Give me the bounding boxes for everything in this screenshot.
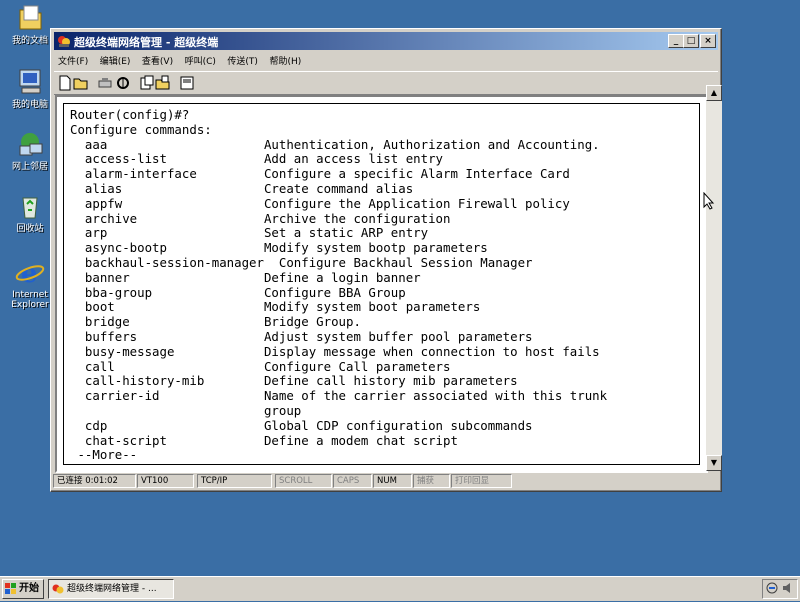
desktop-icon-recycle-bin[interactable]: 回收站	[4, 190, 56, 234]
toolbar	[54, 71, 718, 95]
hyperterminal-app-icon	[51, 582, 65, 596]
internet-explorer-icon: e	[14, 256, 46, 289]
terminal-line: async-bootp Modify system bootp paramete…	[70, 240, 488, 256]
menu-call[interactable]: 呼叫(C)	[181, 52, 220, 69]
terminal-line: busy-message Display message when connec…	[70, 343, 600, 359]
windows-logo-icon	[5, 583, 17, 595]
status-bar: 已连接 0:01:02 VT100 TCP/IP SCROLL CAPS NUM…	[53, 474, 719, 488]
terminal-line: carrier-id Name of the carrier associate…	[70, 388, 608, 404]
status-protocol: TCP/IP	[197, 474, 272, 488]
desktop-icon-label: 回收站	[16, 224, 44, 234]
start-label: 开始	[19, 583, 39, 594]
desktop-icon-label: 我的电脑	[11, 100, 48, 110]
terminal-line: arp Set a static ARP entry	[70, 225, 429, 241]
desktop-icon-label: Internet Explorer	[11, 290, 49, 310]
desktop-icon-label: 网上邻居	[11, 162, 48, 172]
status-scroll: SCROLL	[275, 474, 332, 488]
settings-icon[interactable]	[179, 75, 195, 91]
disconnect-icon[interactable]	[97, 75, 113, 91]
hyperterminal-window: 超级终端网络管理 - 超级终端 _ □ × 文件(F) 编辑(E) 查看(V) …	[50, 28, 722, 492]
window-title: 超级终端网络管理 - 超级终端	[74, 36, 219, 49]
terminal-frame: Router(config)#? Configure commands: aaa …	[55, 95, 708, 473]
status-num: NUM	[373, 474, 412, 488]
close-button[interactable]: ×	[700, 34, 716, 48]
terminal-line: boot Modify system boot parameters	[70, 299, 481, 315]
terminal-line: alarm-interface Configure a specific Ala…	[70, 166, 570, 182]
maximize-button[interactable]: □	[683, 34, 699, 48]
recycle-bin-icon	[14, 190, 46, 222]
terminal-output: Router(config)#? Configure commands: aaa …	[70, 107, 608, 463]
menu-help[interactable]: 帮助(H)	[265, 52, 305, 69]
properties-icon[interactable]	[115, 75, 131, 91]
terminal-line: call-history-mib Define call history mib…	[70, 373, 518, 389]
terminal-line: backhaul-session-manager Configure Backh…	[70, 254, 533, 270]
status-caps: CAPS	[333, 474, 372, 488]
status-emulation: VT100	[137, 474, 194, 488]
status-print-echo: 打印回显	[451, 474, 512, 488]
terminal-line: bridge Bridge Group.	[70, 314, 361, 330]
menu-bar: 文件(F) 编辑(E) 查看(V) 呼叫(C) 传送(T) 帮助(H)	[54, 52, 718, 70]
terminal-line: group	[70, 402, 302, 418]
desktop-icon-my-documents[interactable]: 我的文档	[4, 2, 56, 46]
terminal-line: cdp Global CDP configuration subcommands	[70, 417, 533, 433]
desktop-icon-internet-explorer[interactable]: e Internet Explorer	[4, 256, 56, 310]
menu-file[interactable]: 文件(F)	[54, 52, 92, 69]
status-connection-time: 已连接 0:01:02	[53, 474, 136, 488]
terminal-screen[interactable]: Router(config)#? Configure commands: aaa …	[63, 103, 700, 465]
network-places-icon	[14, 128, 46, 160]
terminal-line: --More--	[70, 447, 138, 463]
desktop-icon-network[interactable]: 网上邻居	[4, 128, 56, 172]
my-computer-icon	[14, 66, 46, 98]
new-icon[interactable]	[57, 75, 73, 91]
open-icon[interactable]	[73, 75, 89, 91]
system-tray	[762, 579, 798, 599]
hyperterminal-app-icon[interactable]	[56, 33, 72, 49]
terminal-line: Configure commands:	[70, 121, 212, 137]
terminal-line: access-list Add an access list entry	[70, 151, 443, 167]
scroll-down-icon[interactable]: ▼	[706, 455, 722, 471]
terminal-line: alias Create command alias	[70, 180, 414, 196]
menu-transfer[interactable]: 传送(T)	[223, 52, 262, 69]
taskbar-item-label: 超级终端网络管理 - ...	[67, 584, 157, 594]
volume-icon[interactable]	[781, 581, 795, 598]
menu-edit[interactable]: 编辑(E)	[96, 52, 135, 69]
terminal-line: aaa Authentication, Authorization and Ac…	[70, 136, 600, 152]
start-button[interactable]: 开始	[2, 579, 44, 599]
svg-text:e: e	[21, 259, 38, 288]
taskbar-item-hyperterminal[interactable]: 超级终端网络管理 - ...	[48, 579, 174, 599]
terminal-line: buffers Adjust system buffer pool parame…	[70, 328, 533, 344]
minimize-button[interactable]: _	[668, 34, 684, 48]
status-capture: 捕获	[413, 474, 450, 488]
receive-icon[interactable]	[155, 75, 171, 91]
desktop-icon-my-computer[interactable]: 我的电脑	[4, 66, 56, 110]
menu-view[interactable]: 查看(V)	[138, 52, 177, 69]
title-bar[interactable]: 超级终端网络管理 - 超级终端 _ □ ×	[54, 32, 718, 50]
terminal-line: archive Archive the configuration	[70, 210, 451, 226]
my-documents-icon	[14, 2, 46, 34]
terminal-line: appfw Configure the Application Firewall…	[70, 195, 570, 211]
scroll-up-icon[interactable]: ▲	[706, 85, 722, 101]
network-status-icon[interactable]	[765, 581, 779, 598]
terminal-line: chat-script Define a modem chat script	[70, 432, 458, 448]
terminal-line: banner Define a login banner	[70, 269, 421, 285]
taskbar: 开始 超级终端网络管理 - ...	[0, 576, 800, 601]
vertical-scrollbar[interactable]: ▲ ▼	[706, 85, 722, 471]
terminal-line: call Configure Call parameters	[70, 358, 451, 374]
terminal-line: bba-group Configure BBA Group	[70, 284, 406, 300]
desktop-icon-label: 我的文档	[11, 36, 48, 46]
send-icon[interactable]	[139, 75, 155, 91]
terminal-line: Router(config)#?	[70, 107, 190, 122]
mouse-cursor-icon	[703, 191, 715, 213]
